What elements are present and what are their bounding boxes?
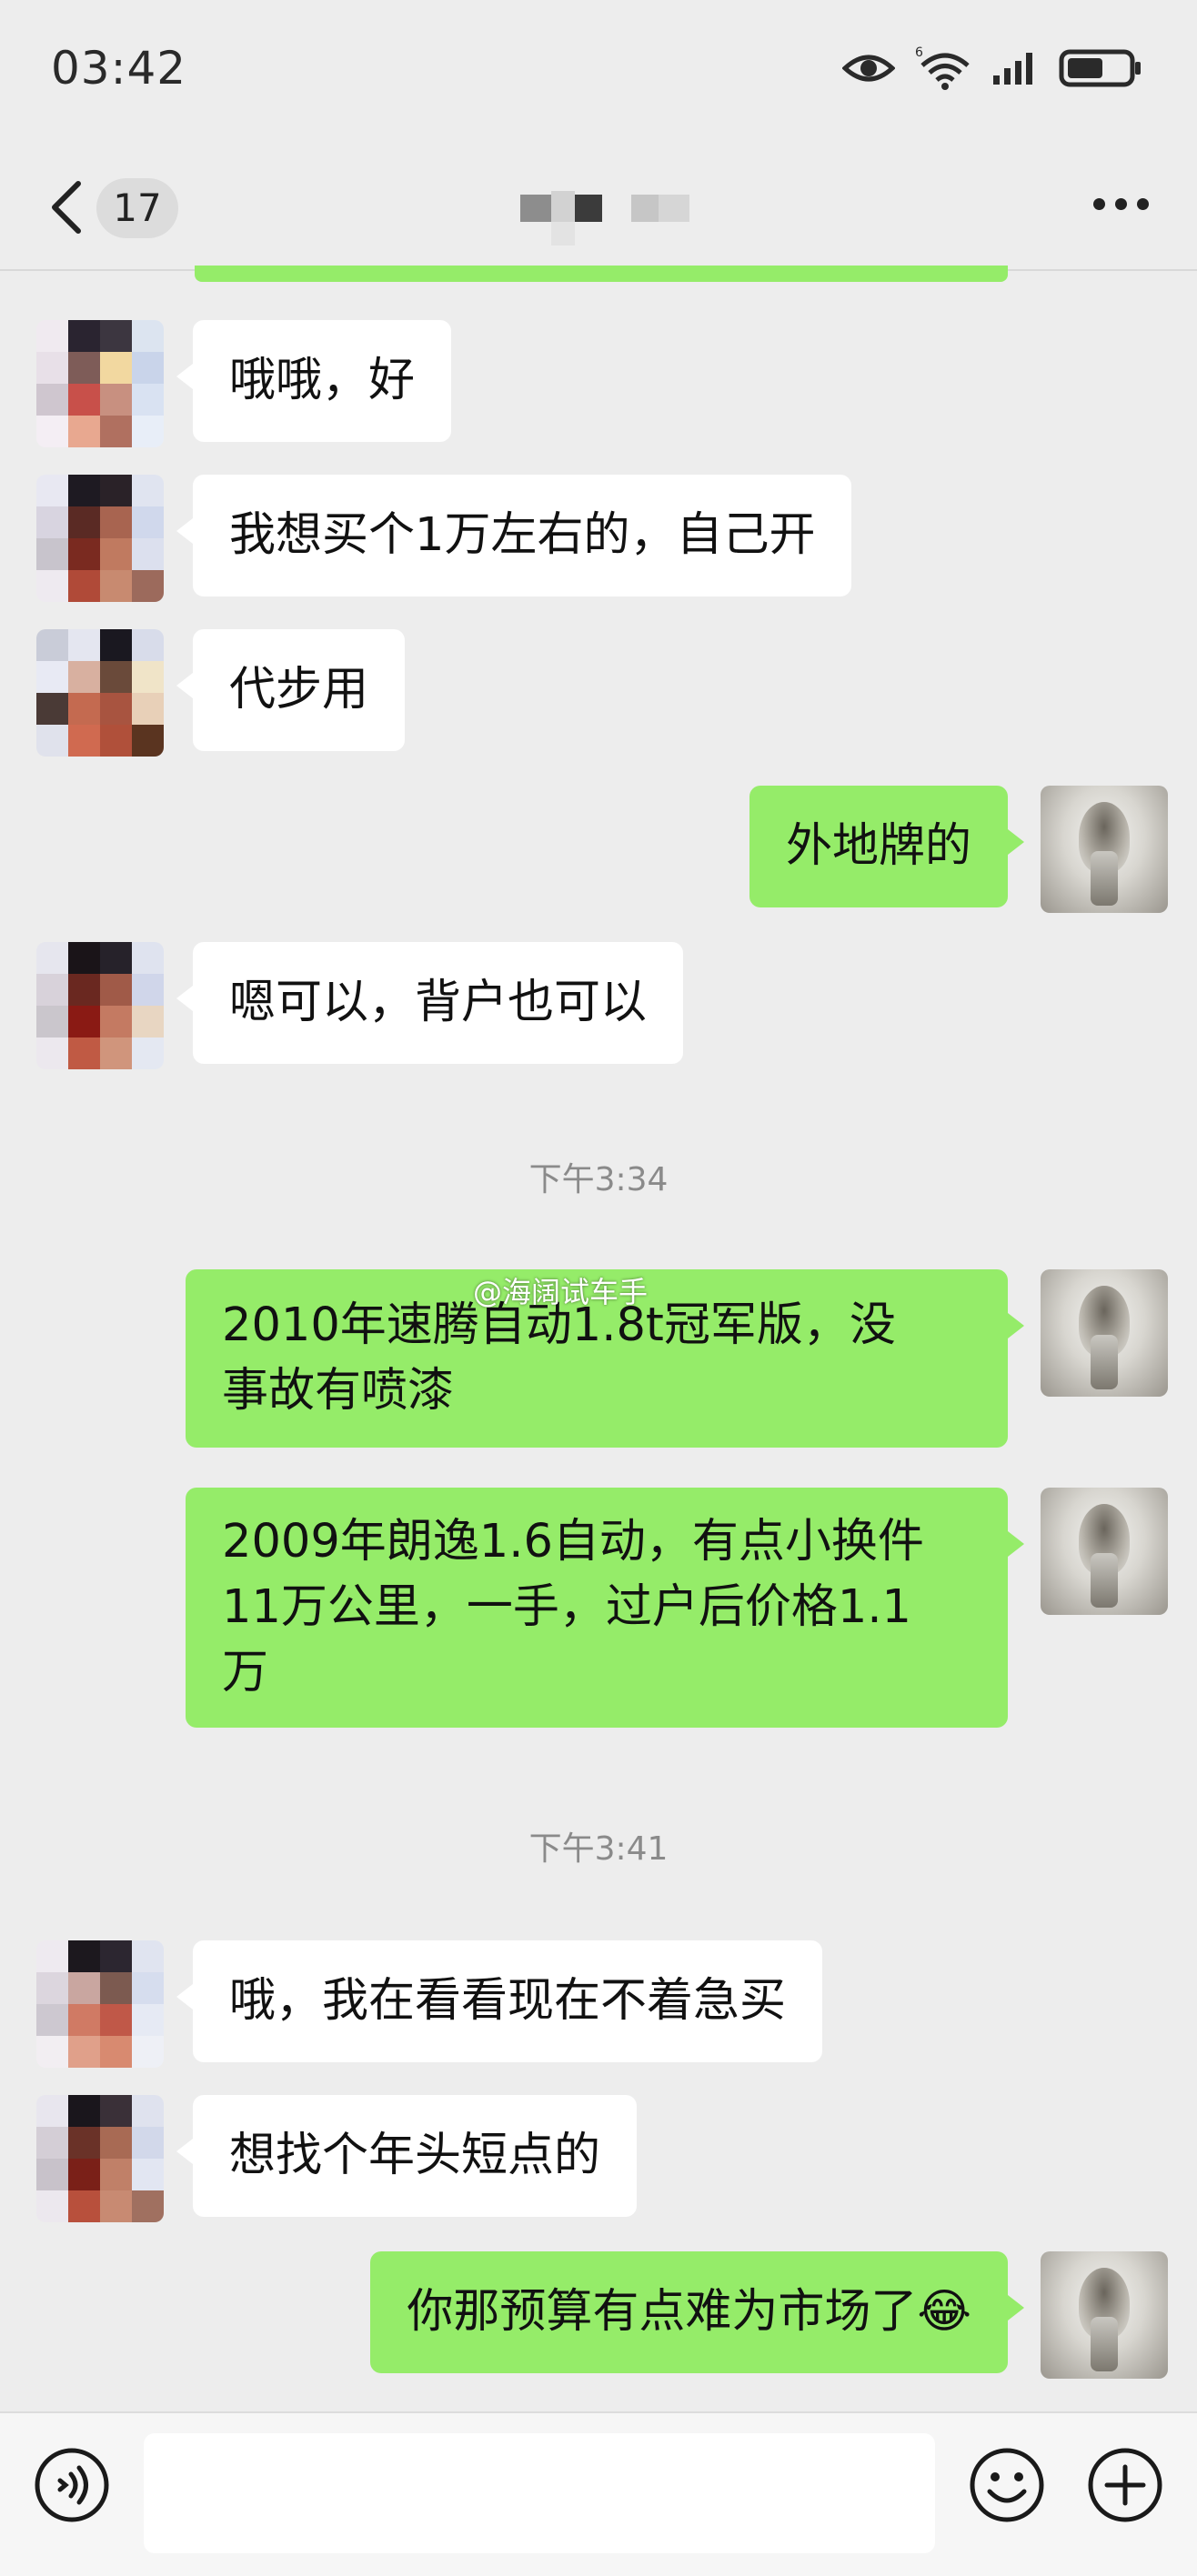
message-bubble-in[interactable]: 嗯可以，背户也可以 (176, 942, 684, 1064)
message-bubble-in[interactable]: 哦哦，好 (176, 320, 452, 442)
message-bubble-out[interactable]: 2009年朗逸1.6自动，有点小换件 11万公里，一手，过户后价格1.1 万 (186, 1488, 1024, 1728)
wifi-icon: 6 (915, 45, 970, 90)
contact-avatar[interactable] (36, 2095, 164, 2222)
message-bubble-out[interactable]: 外地牌的 (749, 786, 1025, 907)
my-avatar[interactable] (1041, 786, 1168, 913)
voice-icon[interactable] (31, 2444, 113, 2526)
plus-icon[interactable] (1084, 2444, 1166, 2526)
more-icon[interactable] (1093, 198, 1150, 213)
status-time: 03:42 (51, 42, 187, 95)
signal-icon (993, 53, 1032, 85)
message-input[interactable] (144, 2433, 935, 2553)
network-type-label: 6 (915, 45, 923, 60)
my-avatar[interactable] (1041, 1269, 1168, 1397)
contact-avatar[interactable] (36, 942, 164, 1069)
eye-icon (842, 55, 895, 82)
battery-icon (1059, 49, 1141, 87)
message-bubble-in[interactable]: 想找个年头短点的 (176, 2095, 638, 2217)
status-bar: 03:42 6 (0, 0, 1197, 145)
contact-avatar[interactable] (36, 475, 164, 602)
message-bubble-in[interactable]: 代步用 (176, 629, 406, 751)
watermark-text: @海阔试车手 (473, 1275, 649, 1309)
back-arrow-icon[interactable] (45, 171, 91, 244)
emoji-icon[interactable] (966, 2444, 1048, 2526)
chat-title-redacted (520, 191, 711, 246)
message-timestamp: 下午3:34 (528, 1161, 669, 1198)
contact-avatar[interactable] (36, 320, 164, 447)
message-timestamp: 下午3:41 (528, 1830, 669, 1868)
chat-header: 17 (0, 145, 1197, 271)
previous-message-edge (195, 266, 1008, 282)
my-avatar[interactable] (1041, 2251, 1168, 2379)
message-bubble-in[interactable]: 哦，我在看看现在不着急买 (176, 1940, 823, 2062)
message-bubble-in[interactable]: 我想买个1万左右的，自己开 (176, 475, 852, 596)
unread-count-badge[interactable]: 17 (96, 178, 178, 238)
contact-avatar[interactable] (36, 1940, 164, 2068)
message-bubble-out[interactable]: 你那预算有点难为市场了😂 (370, 2251, 1024, 2373)
my-avatar[interactable] (1041, 1488, 1168, 1615)
message-input-bar (0, 2411, 1197, 2576)
contact-avatar[interactable] (36, 629, 164, 757)
